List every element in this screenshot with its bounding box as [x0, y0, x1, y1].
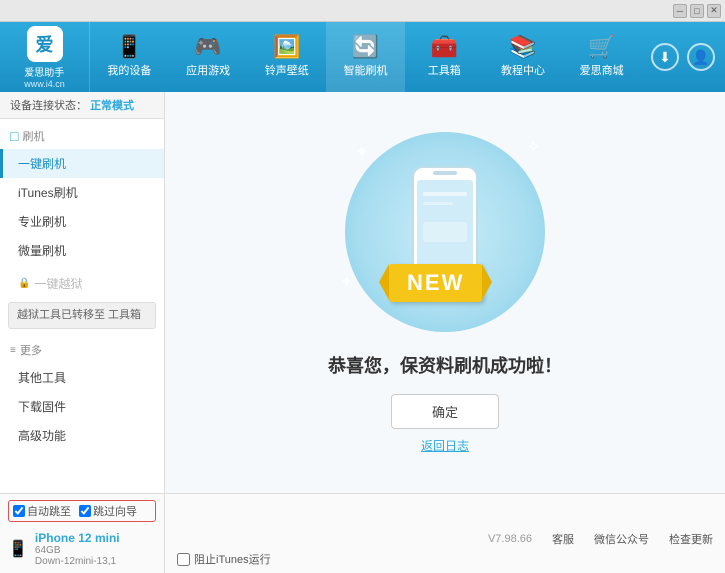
- sparkle-bl: ✦: [340, 272, 353, 292]
- section-jailbreak: 🔒 一键越狱 越狱工具已转移至 工具箱: [0, 269, 164, 333]
- bottom-links-row: V7.98.66 客服 微信公众号 检查更新: [177, 531, 713, 547]
- bottom-right: V7.98.66 客服 微信公众号 检查更新 阻止iTunes运行: [165, 494, 725, 573]
- minimize-btn[interactable]: ─: [673, 4, 687, 18]
- ringtone-icon: 🖼️: [273, 36, 300, 58]
- sidebar-pro-flash[interactable]: 专业刷机: [0, 207, 164, 236]
- sidebar-micro-flash[interactable]: 微量刷机: [0, 236, 164, 265]
- jailbreak-disabled: 🔒 一键越狱: [0, 269, 164, 298]
- section-more-title: ≡ 更多: [0, 337, 164, 363]
- sidebar: 设备连接状态： 正常模式 □ 刷机 一键刷机 iTunes刷机 专业刷机 微量刷…: [0, 92, 165, 493]
- check-update-link[interactable]: 检查更新: [669, 531, 713, 547]
- back-link[interactable]: 返回日志: [421, 437, 469, 454]
- sidebar-one-click-flash[interactable]: 一键刷机: [0, 149, 164, 178]
- lock-icon: 🔒: [18, 278, 30, 289]
- device-row: 📱 iPhone 12 mini 64GB Down-12mini-13,1: [8, 531, 156, 567]
- close-btn[interactable]: ✕: [707, 4, 721, 18]
- jailbreak-notice: 越狱工具已转移至 工具箱: [8, 302, 156, 329]
- smart-flash-icon: 🔄: [352, 36, 379, 58]
- account-btn[interactable]: 👤: [687, 43, 715, 71]
- itunes-checkbox-input[interactable]: [177, 553, 190, 566]
- sidebar-other-tools[interactable]: 其他工具: [0, 363, 164, 392]
- phone-small-icon: 📱: [8, 539, 28, 559]
- auto-jump-checkbox[interactable]: 自动跳至: [13, 503, 71, 519]
- itunes-checkbox[interactable]: 阻止iTunes运行: [177, 551, 271, 567]
- customer-service-link[interactable]: 客服: [552, 531, 574, 547]
- logo-icon: 爱: [27, 26, 63, 62]
- sidebar-itunes-flash[interactable]: iTunes刷机: [0, 178, 164, 207]
- app-game-icon: 🎮: [194, 36, 221, 58]
- bottom-left: 自动跳至 跳过向导 📱 iPhone 12 mini 64GB Down-12m…: [0, 494, 165, 573]
- nav-tutorial[interactable]: 📚 教程中心: [484, 22, 563, 92]
- nav-shop[interactable]: 🛒 爱思商城: [562, 22, 641, 92]
- checkbox-group: 自动跳至 跳过向导: [8, 500, 156, 522]
- section-flash-title: □ 刷机: [0, 123, 164, 149]
- version-text: V7.98.66: [488, 533, 532, 545]
- phone-illustration: ✦ ✧ ✦ NEW: [335, 132, 555, 332]
- success-text: 恭喜您，保资料刷机成功啦！: [328, 352, 562, 378]
- device-info: iPhone 12 mini 64GB Down-12mini-13,1: [33, 531, 120, 567]
- wechat-link[interactable]: 微信公众号: [594, 531, 649, 547]
- maximize-btn[interactable]: □: [690, 4, 704, 18]
- status-bar: 设备连接状态： 正常模式: [0, 92, 164, 119]
- header: 爱 爱思助手 www.i4.cn 📱 我的设备 🎮 应用游戏 🖼️ 铃声壁纸 🔄…: [0, 22, 725, 92]
- nav-right: ⬇ 👤: [641, 43, 725, 71]
- bottom-section: 自动跳至 跳过向导 📱 iPhone 12 mini 64GB Down-12m…: [0, 493, 725, 573]
- nav-app-game[interactable]: 🎮 应用游戏: [169, 22, 248, 92]
- nav-toolbox[interactable]: 🧰 工具箱: [405, 22, 484, 92]
- content-area: ✦ ✧ ✦ NEW 恭喜您，保资料刷机成功啦！ 确定 返回日志: [165, 92, 725, 493]
- main: 设备连接状态： 正常模式 □ 刷机 一键刷机 iTunes刷机 专业刷机 微量刷…: [0, 92, 725, 493]
- skip-wizard-checkbox[interactable]: 跳过向导: [79, 503, 137, 519]
- title-bar: ─ □ ✕: [0, 0, 725, 22]
- toolbox-icon: 🧰: [431, 36, 458, 58]
- new-ribbon: NEW: [389, 264, 482, 302]
- section-flash: □ 刷机 一键刷机 iTunes刷机 专业刷机 微量刷机: [0, 123, 164, 265]
- shop-icon: 🛒: [588, 36, 615, 58]
- auto-jump-input[interactable]: [13, 505, 25, 517]
- download-btn[interactable]: ⬇: [651, 43, 679, 71]
- tutorial-icon: 📚: [509, 36, 536, 58]
- nav-items: 📱 我的设备 🎮 应用游戏 🖼️ 铃声壁纸 🔄 智能刷机 🧰 工具箱 📚 教程中…: [90, 22, 641, 92]
- nav-my-device[interactable]: 📱 我的设备: [90, 22, 169, 92]
- sidebar-download-firmware[interactable]: 下载固件: [0, 392, 164, 421]
- itunes-row: 阻止iTunes运行: [177, 547, 713, 567]
- skip-wizard-input[interactable]: [79, 505, 91, 517]
- my-device-icon: 📱: [116, 36, 143, 58]
- nav-ringtone[interactable]: 🖼️ 铃声壁纸: [247, 22, 326, 92]
- logo[interactable]: 爱 爱思助手 www.i4.cn: [0, 22, 90, 92]
- logo-text: 爱思助手 www.i4.cn: [24, 64, 65, 89]
- sparkle-tl: ✦: [355, 142, 368, 162]
- confirm-button[interactable]: 确定: [391, 394, 499, 429]
- sidebar-advanced[interactable]: 高级功能: [0, 421, 164, 450]
- sparkle-tr: ✧: [527, 137, 540, 157]
- nav-smart-flash[interactable]: 🔄 智能刷机: [326, 22, 405, 92]
- section-more: ≡ 更多 其他工具 下载固件 高级功能: [0, 337, 164, 450]
